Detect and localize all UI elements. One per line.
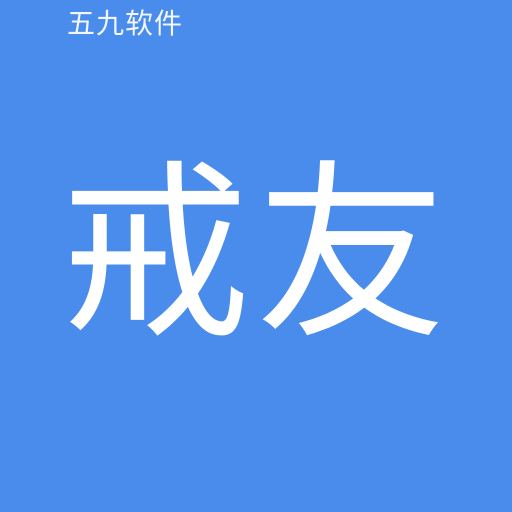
app-icon-tile: 五九软件 戒友: [0, 0, 512, 512]
watermark-text: 五九软件: [67, 7, 184, 40]
app-name-text: 戒友: [59, 144, 452, 365]
